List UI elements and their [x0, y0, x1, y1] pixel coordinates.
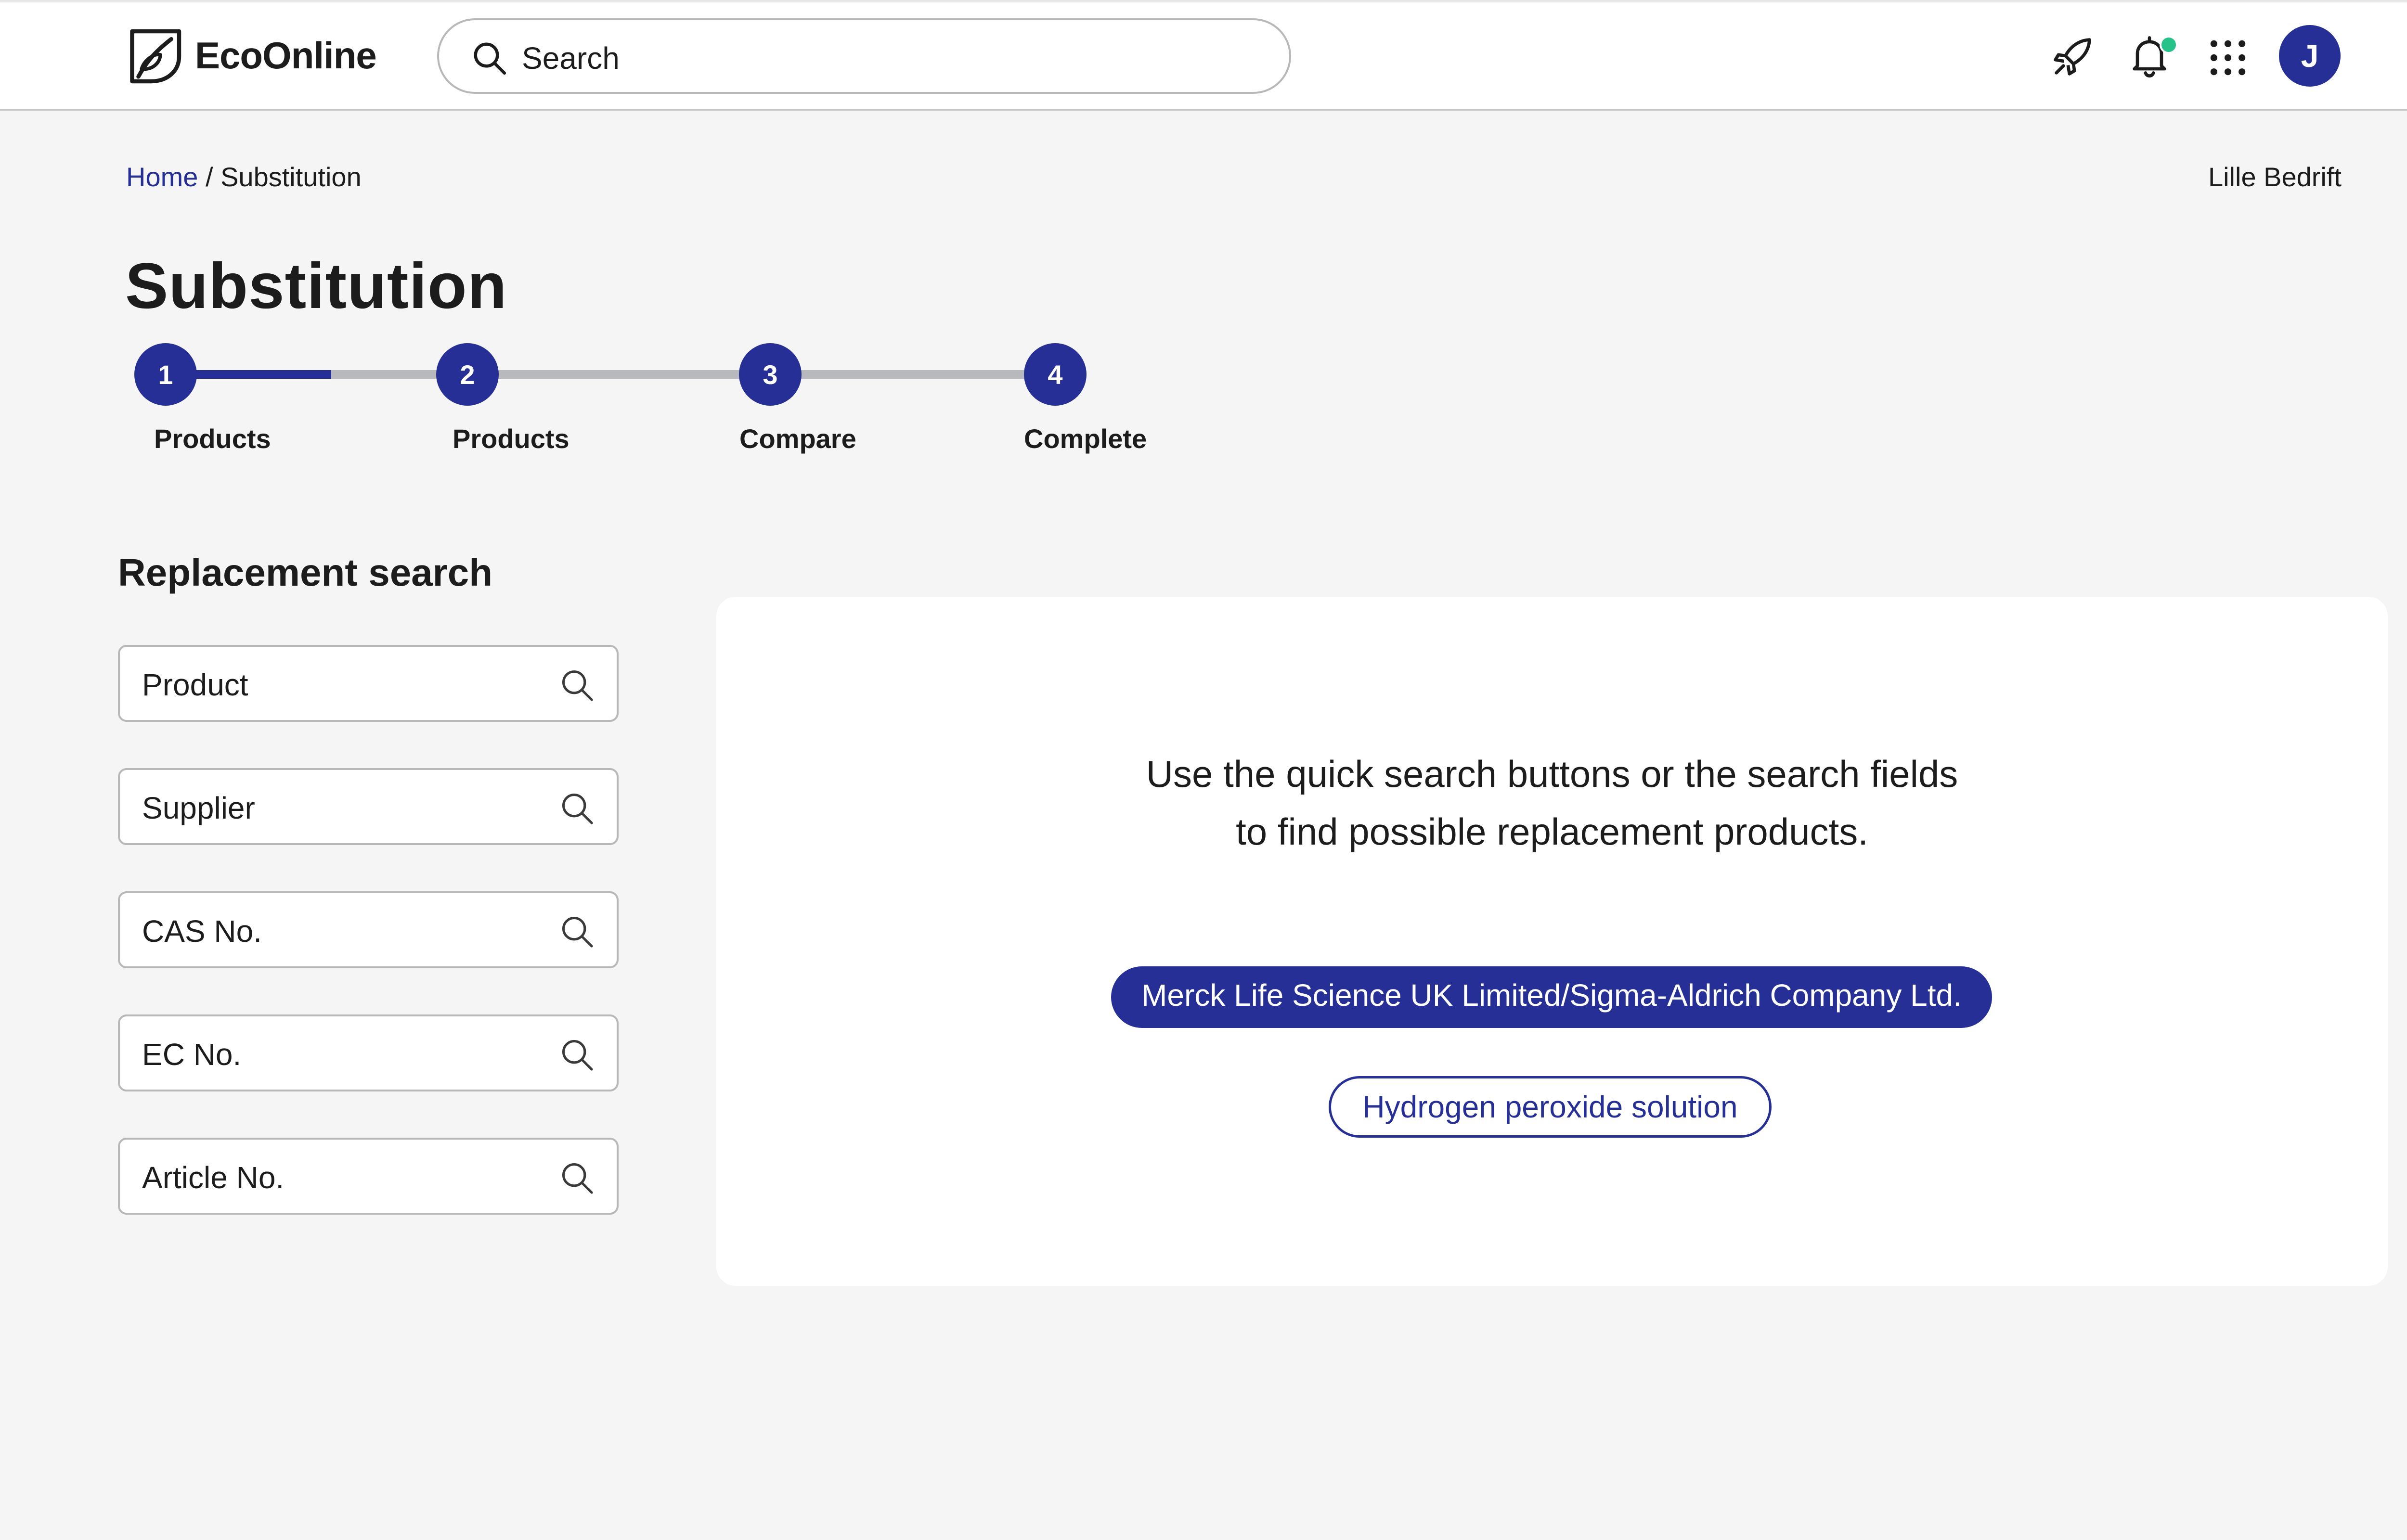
- search-icon[interactable]: [559, 1037, 595, 1073]
- search-icon[interactable]: [559, 913, 595, 950]
- quick-search-supplier-button[interactable]: Merck Life Science UK Limited/Sigma-Aldr…: [1111, 966, 1992, 1028]
- product-search-input[interactable]: [141, 661, 552, 708]
- product-search-field[interactable]: [118, 645, 619, 722]
- search-icon[interactable]: [559, 790, 595, 827]
- page-title: Substitution: [125, 250, 507, 322]
- breadcrumb: Home / Substitution: [126, 159, 362, 195]
- quick-search-product-button[interactable]: Hydrogen peroxide solution: [1329, 1076, 1772, 1138]
- step-2-label: Products: [453, 424, 569, 454]
- rocket-icon[interactable]: [2048, 33, 2096, 81]
- step-4-indicator[interactable]: 4: [1024, 343, 1087, 406]
- company-name[interactable]: Lille Bedrift: [2208, 159, 2342, 195]
- supplier-search-field[interactable]: [118, 768, 619, 845]
- breadcrumb-separator: /: [205, 162, 213, 192]
- step-3-indicator[interactable]: 3: [739, 343, 802, 406]
- brand-name[interactable]: EcoOnline: [195, 29, 377, 82]
- article-number-search-input[interactable]: [141, 1154, 552, 1201]
- breadcrumb-home-link[interactable]: Home: [126, 162, 198, 192]
- replacement-search-title: Replacement search: [118, 551, 493, 594]
- results-hint-line-1: Use the quick search buttons or the sear…: [1146, 753, 1958, 795]
- supplier-search-input[interactable]: [141, 784, 552, 832]
- search-icon[interactable]: [559, 667, 595, 704]
- user-avatar[interactable]: J: [2279, 25, 2341, 87]
- breadcrumb-current: Substitution: [220, 162, 362, 192]
- apps-grid-icon[interactable]: [2204, 34, 2252, 82]
- global-search-input[interactable]: [521, 35, 1269, 81]
- search-icon[interactable]: [559, 1160, 595, 1196]
- step-3-label: Compare: [739, 424, 856, 454]
- cas-number-search-input[interactable]: [141, 908, 552, 955]
- results-hint: Use the quick search buttons or the sear…: [716, 745, 2388, 860]
- cas-number-search-field[interactable]: [118, 891, 619, 968]
- step-2-indicator[interactable]: 2: [436, 343, 499, 406]
- step-1-indicator[interactable]: 1: [134, 343, 197, 406]
- ec-number-search-input[interactable]: [141, 1031, 552, 1078]
- article-number-search-field[interactable]: [118, 1138, 619, 1215]
- global-search[interactable]: [437, 18, 1291, 94]
- results-card: [716, 597, 2388, 1286]
- results-hint-line-2: to find possible replacement products.: [1236, 810, 1868, 853]
- search-icon: [474, 42, 506, 75]
- ecoonline-logo-icon[interactable]: [123, 25, 185, 88]
- step-1-label: Products: [154, 424, 271, 454]
- notification-badge: [2160, 36, 2178, 54]
- ec-number-search-field[interactable]: [118, 1014, 619, 1091]
- step-4-label: Complete: [1024, 424, 1147, 454]
